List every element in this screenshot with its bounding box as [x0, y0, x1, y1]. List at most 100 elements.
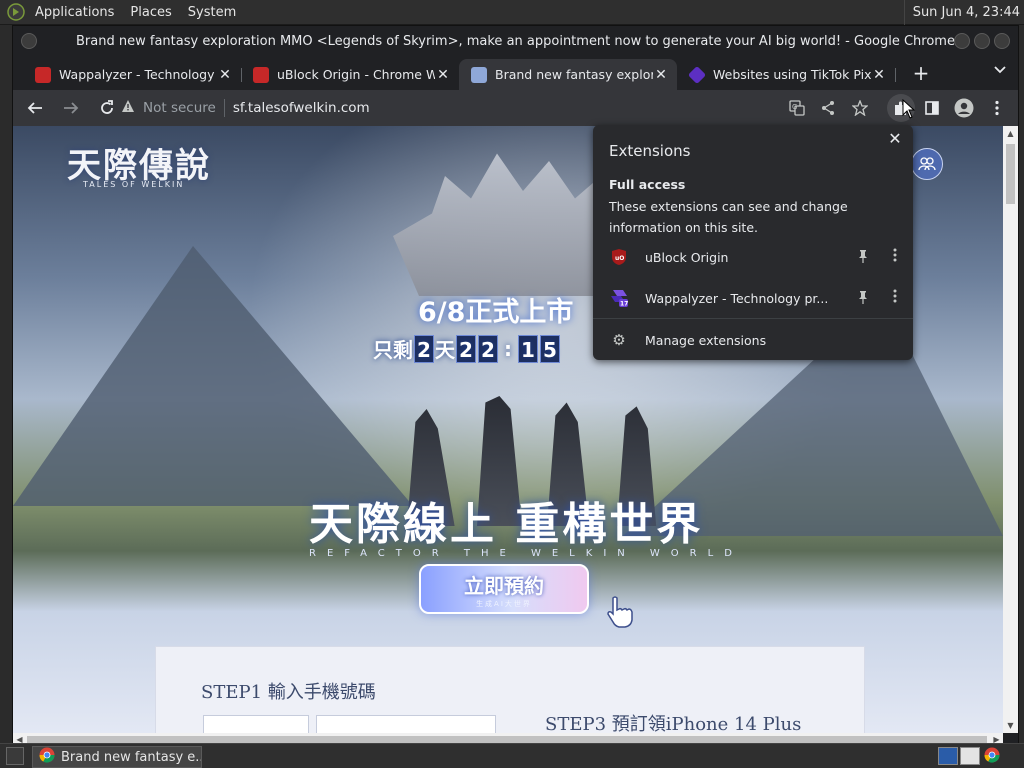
scroll-down-arrow-icon[interactable]: ▼ — [1003, 718, 1018, 733]
desktop-taskbar: Brand new fantasy e... — [0, 743, 1024, 768]
hero-slogan-subtitle: REFACTOR THE WELKIN WORLD — [309, 548, 743, 559]
svg-text:17: 17 — [620, 301, 628, 308]
tray-chrome-icon[interactable] — [984, 747, 1020, 765]
tab-ublock[interactable]: uBlock Origin - Chrome We ✕ — [241, 59, 459, 90]
svg-text:uO: uO — [615, 255, 624, 262]
workspace-2-button[interactable] — [960, 747, 980, 765]
back-button[interactable] — [21, 94, 49, 122]
tab-close-icon[interactable]: ✕ — [217, 67, 233, 83]
tab-wappalyzer[interactable]: Wappalyzer - Technology p ✕ — [23, 59, 242, 90]
close-popup-icon[interactable]: ✕ — [885, 129, 905, 148]
popup-heading: Extensions — [609, 142, 691, 160]
chrome-menu-icon[interactable] — [983, 90, 1011, 126]
show-desktop-button[interactable] — [6, 747, 24, 765]
pin-icon[interactable] — [851, 290, 875, 307]
reserve-button-sublabel: 生成AI大世界 — [476, 600, 532, 608]
tab-close-icon[interactable]: ✕ — [871, 67, 887, 83]
minimize-button[interactable] — [954, 33, 970, 49]
step1-heading: STEP1 輸入手機號碼 — [201, 682, 376, 703]
vertical-scroll-thumb[interactable] — [1006, 144, 1015, 204]
popup-divider — [593, 318, 913, 319]
tab-separator — [895, 68, 896, 82]
warning-icon[interactable] — [121, 99, 135, 117]
svg-text:G: G — [792, 103, 797, 111]
distro-logo-icon[interactable] — [5, 1, 27, 23]
taskbar-chrome-window[interactable]: Brand new fantasy e... — [32, 746, 202, 768]
not-secure-label[interactable]: Not secure — [143, 100, 216, 116]
game-logo-subtitle: TALES OF WELKIN — [83, 180, 185, 189]
extension-name: Wappalyzer - Technology pr... — [645, 290, 829, 306]
desktop-top-panel: Applications Places System Sun Jun 4, 23… — [0, 0, 1024, 25]
share-icon[interactable] — [814, 90, 842, 126]
community-icon[interactable] — [911, 148, 943, 180]
chrome-icon — [39, 747, 55, 767]
window-menu-button[interactable] — [21, 33, 37, 49]
workspace-1-button[interactable] — [938, 747, 958, 765]
reserve-now-button[interactable]: 立即預約 生成AI大世界 — [419, 564, 589, 614]
pointing-hand-icon — [603, 594, 639, 630]
tab-label: Websites using TikTok Pixe — [713, 67, 871, 82]
url-text[interactable]: sf.talesofwelkin.com — [233, 100, 370, 116]
countdown-minutes-digit: 1 — [518, 334, 538, 363]
extensions-popup: ✕ Extensions Full access These extension… — [593, 125, 913, 360]
maximize-button[interactable] — [974, 33, 990, 49]
translate-icon[interactable]: G — [783, 90, 811, 126]
more-options-icon[interactable] — [883, 289, 907, 307]
omnibox-divider — [223, 99, 225, 117]
close-window-button[interactable] — [994, 33, 1010, 49]
reload-button[interactable] — [93, 94, 121, 122]
reserve-button-label: 立即預約 — [464, 574, 544, 598]
tab-tiktok-pixel[interactable]: Websites using TikTok Pixe ✕ — [677, 59, 896, 90]
vertical-scrollbar[interactable]: ▲ ▼ — [1003, 126, 1018, 733]
titlebar: Brand new fantasy exploration MMO <Legen… — [13, 26, 1018, 57]
new-tab-button[interactable]: + — [909, 61, 933, 85]
more-options-icon[interactable] — [883, 248, 907, 266]
tab-label: uBlock Origin - Chrome We — [277, 67, 435, 82]
release-date-text: 6/8正式上市 — [418, 297, 574, 328]
tab-label: Wappalyzer - Technology p — [59, 67, 217, 82]
window-title: Brand new fantasy exploration MMO <Legen… — [76, 34, 955, 49]
tab-search-chevron-icon[interactable] — [994, 63, 1006, 77]
countdown-hours-digit: 2 — [456, 334, 476, 363]
full-access-description: These extensions can see and change info… — [609, 199, 848, 235]
countdown-days: 2 — [414, 334, 434, 363]
profile-avatar-icon[interactable] — [950, 90, 978, 126]
horizontal-scroll-thumb[interactable] — [27, 736, 987, 743]
menu-system[interactable]: System — [180, 5, 244, 20]
tab-brand-new-fantasy[interactable]: Brand new fantasy explora ✕ — [459, 59, 677, 90]
wappalyzer-favicon-icon — [35, 66, 51, 83]
side-panel-icon[interactable] — [918, 90, 946, 126]
menu-applications[interactable]: Applications — [27, 5, 122, 20]
mouse-pointer-icon — [902, 98, 916, 119]
ublock-origin-icon: uO — [609, 247, 629, 267]
countdown-prefix: 只剩 — [373, 338, 413, 362]
site-favicon-icon — [471, 66, 487, 83]
chrome-web-store-favicon-icon — [253, 66, 269, 83]
countdown-separator: : — [504, 336, 512, 361]
bookmark-star-icon[interactable] — [846, 90, 874, 126]
address-bar[interactable]: Not secure sf.talesofwelkin.com — [121, 94, 761, 122]
tab-close-icon[interactable]: ✕ — [653, 67, 669, 83]
wappalyzer-icon: 17 — [609, 288, 629, 308]
extension-row-wappalyzer[interactable]: 17 Wappalyzer - Technology pr... — [593, 278, 913, 318]
pin-icon[interactable] — [851, 249, 875, 266]
step3-heading: STEP3 預訂領iPhone 14 Plus — [545, 714, 802, 733]
taskbar-task-label: Brand new fantasy e... — [61, 749, 201, 765]
full-access-heading: Full access — [609, 177, 686, 192]
manage-extensions-row[interactable]: ⚙ Manage extensions — [593, 322, 913, 358]
builtwith-favicon-icon — [687, 65, 707, 84]
menu-places[interactable]: Places — [122, 5, 179, 20]
mountain-left-art — [13, 246, 413, 506]
countdown-hours-digit: 2 — [478, 334, 498, 363]
forward-button[interactable] — [57, 94, 85, 122]
tab-close-icon[interactable]: ✕ — [435, 67, 451, 83]
phone-number-input[interactable] — [316, 715, 496, 733]
clock[interactable]: Sun Jun 4, 23:44 — [903, 0, 1020, 25]
extension-row-ublock[interactable]: uO uBlock Origin — [593, 237, 913, 277]
tab-label: Brand new fantasy explora — [495, 67, 653, 82]
gear-icon: ⚙ — [612, 331, 626, 349]
scroll-up-arrow-icon[interactable]: ▲ — [1003, 126, 1018, 141]
countdown-minutes-digit: 5 — [540, 334, 560, 363]
countdown-timer: 只剩 2 天 2 2 : 1 5 — [373, 334, 561, 363]
country-code-select[interactable] — [203, 715, 309, 733]
